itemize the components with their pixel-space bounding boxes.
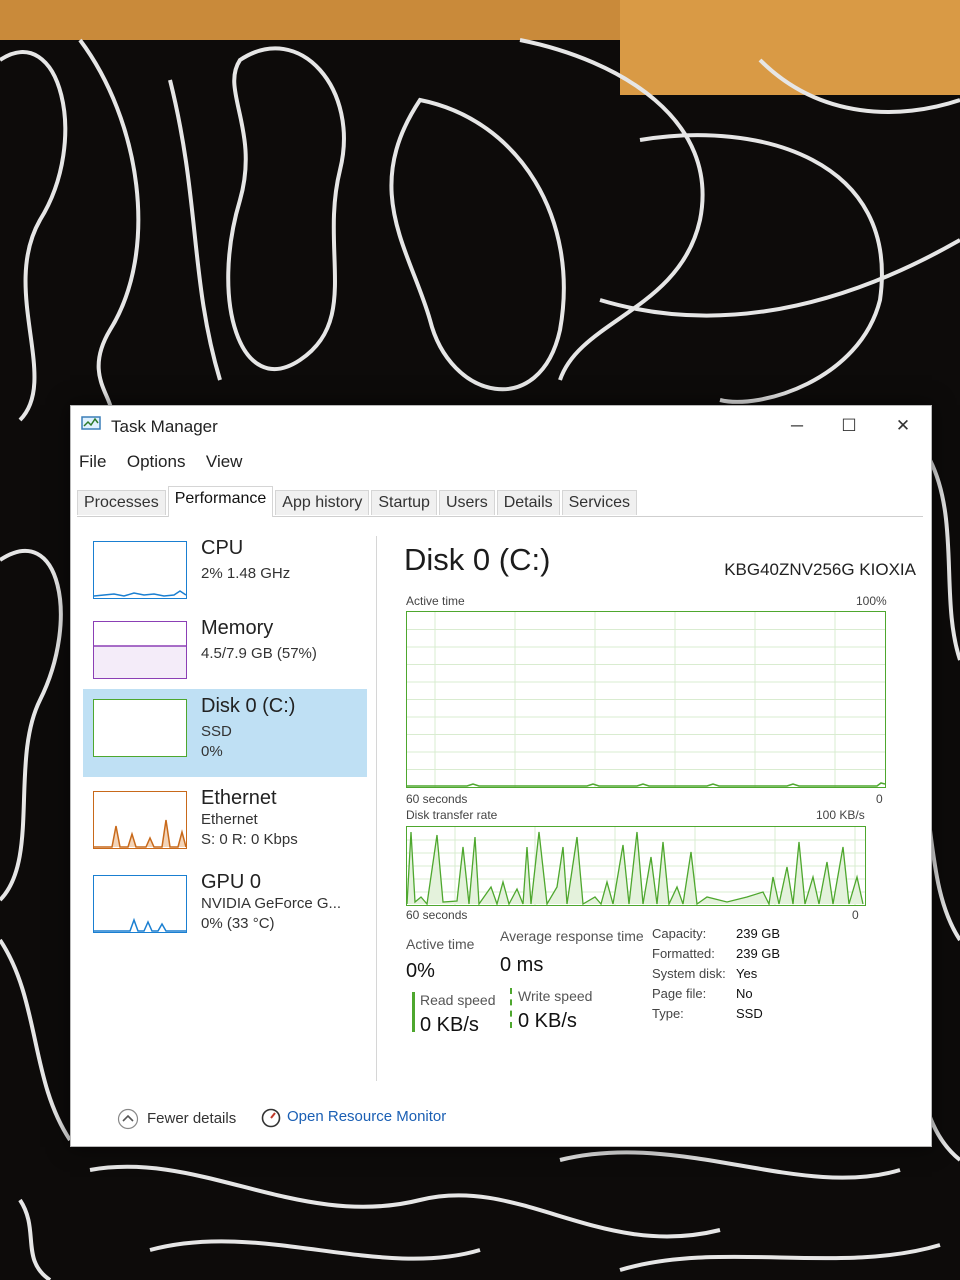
tab-app-history[interactable]: App history xyxy=(275,490,370,515)
transfer-rate-graph xyxy=(406,826,866,907)
disk-thumbnail-graph xyxy=(93,699,187,757)
type-label: Type: xyxy=(652,1006,684,1021)
chevron-up-icon[interactable] xyxy=(117,1108,139,1130)
transfer-rate-graph-label: Disk transfer rate xyxy=(406,808,498,822)
write-speed-value: 0 KB/s xyxy=(518,1010,577,1032)
active-time-stat-label: Active time xyxy=(406,936,475,952)
read-speed-label: Read speed xyxy=(420,992,496,1008)
active-time-graph-label: Active time xyxy=(406,594,465,608)
sidebar-disk-usage: 0% xyxy=(201,743,223,760)
cpu-thumbnail-graph xyxy=(93,541,187,599)
tab-processes[interactable]: Processes xyxy=(77,490,166,515)
write-speed-label: Write speed xyxy=(518,988,593,1004)
type-value: SSD xyxy=(736,1006,763,1021)
active-time-graph xyxy=(406,611,886,788)
read-speed-value: 0 KB/s xyxy=(420,1014,479,1036)
transfer-rate-graph-duration: 60 seconds xyxy=(406,908,468,922)
tab-services[interactable]: Services xyxy=(561,490,637,515)
capacity-label: Capacity: xyxy=(652,926,707,941)
tab-details[interactable]: Details xyxy=(496,490,560,515)
menu-bar: File Options View xyxy=(79,452,258,476)
sidebar-memory-title: Memory xyxy=(201,617,274,639)
transfer-rate-graph-min: 0 xyxy=(852,908,859,922)
sidebar-ethernet-name: Ethernet xyxy=(201,811,258,828)
read-speed-indicator xyxy=(412,992,415,1032)
active-time-graph-max: 100% xyxy=(856,594,887,608)
disk-model: KBG40ZNV256G KIOXIA xyxy=(724,560,916,579)
transfer-rate-graph-max: 100 KB/s xyxy=(816,808,865,822)
resource-monitor-icon xyxy=(261,1108,281,1128)
sidebar-gpu-name: NVIDIA GeForce G... xyxy=(201,895,342,912)
active-time-stat-value: 0% xyxy=(406,960,435,982)
footer-bar: Fewer details Open Resource Monitor xyxy=(71,1086,931,1136)
system-disk-value: Yes xyxy=(736,966,758,981)
sidebar-item-disk[interactable]: Disk 0 (C:) SSD 0% xyxy=(83,689,367,777)
sidebar-cpu-title: CPU xyxy=(201,537,244,559)
tab-users[interactable]: Users xyxy=(438,490,495,515)
sidebar-cpu-usage: 2% 1.48 GHz xyxy=(201,565,291,582)
title-bar[interactable]: Task Manager ─ ☐ ✕ xyxy=(71,406,931,446)
menu-file[interactable]: File xyxy=(79,452,106,472)
maximize-button[interactable]: ☐ xyxy=(837,414,861,438)
formatted-value: 239 GB xyxy=(736,946,781,961)
sidebar-item-ethernet[interactable]: Ethernet Ethernet S: 0 R: 0 Kbps xyxy=(83,781,367,867)
system-disk-label: System disk: xyxy=(652,966,726,981)
menu-options[interactable]: Options xyxy=(127,452,186,472)
minimize-button[interactable]: ─ xyxy=(785,414,809,438)
avg-response-stat-label: Average response time xyxy=(500,928,644,944)
active-time-graph-duration: 60 seconds xyxy=(406,792,468,806)
sidebar-disk-title: Disk 0 (C:) xyxy=(201,695,296,717)
page-file-label: Page file: xyxy=(652,986,707,1001)
disk-detail-panel: Disk 0 (C:) KBG40ZNV256G KIOXIA Active t… xyxy=(396,536,916,1096)
task-manager-icon xyxy=(81,416,101,430)
tab-bar: Processes Performance App history Startup Us… xyxy=(77,486,923,517)
write-speed-indicator xyxy=(510,988,512,1028)
open-resource-monitor-link[interactable]: Open Resource Monitor xyxy=(287,1108,446,1125)
window-title: Task Manager xyxy=(111,417,218,436)
sidebar-ethernet-title: Ethernet xyxy=(201,787,277,809)
resource-sidebar: CPU 2% 1.48 GHz Memory 4.5/7.9 GB (57%) … xyxy=(83,531,367,1091)
sidebar-gpu-usage: 0% (33 °C) xyxy=(201,915,275,932)
fewer-details-button[interactable]: Fewer details xyxy=(147,1110,236,1127)
sidebar-item-cpu[interactable]: CPU 2% 1.48 GHz xyxy=(83,531,367,617)
tab-startup[interactable]: Startup xyxy=(371,490,437,515)
disk-title: Disk 0 (C:) xyxy=(404,542,551,577)
sidebar-memory-usage: 4.5/7.9 GB (57%) xyxy=(201,645,317,662)
tab-performance[interactable]: Performance xyxy=(167,486,274,517)
sidebar-ethernet-throughput: S: 0 R: 0 Kbps xyxy=(201,831,298,848)
page-file-value: No xyxy=(736,986,753,1001)
sidebar-item-gpu[interactable]: GPU 0 NVIDIA GeForce G... 0% (33 °C) xyxy=(83,865,367,951)
menu-view[interactable]: View xyxy=(206,452,243,472)
formatted-label: Formatted: xyxy=(652,946,715,961)
avg-response-stat-value: 0 ms xyxy=(500,954,544,976)
memory-thumbnail-graph xyxy=(93,621,187,679)
close-button[interactable]: ✕ xyxy=(891,414,915,438)
panel-divider xyxy=(376,536,377,1081)
capacity-value: 239 GB xyxy=(736,926,781,941)
active-time-graph-min: 0 xyxy=(876,792,883,806)
gpu-thumbnail-graph xyxy=(93,875,187,933)
sidebar-disk-type: SSD xyxy=(201,723,232,740)
ethernet-thumbnail-graph xyxy=(93,791,187,849)
sidebar-item-memory[interactable]: Memory 4.5/7.9 GB (57%) xyxy=(83,611,367,697)
sidebar-gpu-title: GPU 0 xyxy=(201,871,262,893)
task-manager-window: Task Manager ─ ☐ ✕ File Options View Pro… xyxy=(70,405,932,1147)
